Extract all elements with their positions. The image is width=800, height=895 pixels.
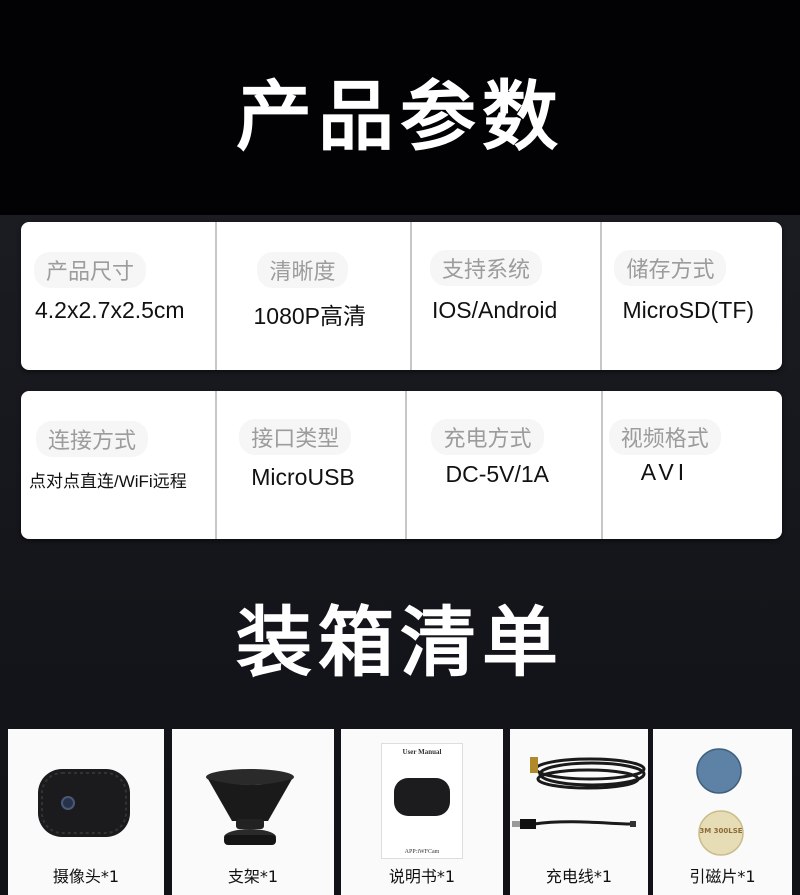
package-item-magnet: 3M 300LSE 引磁片*1 [653, 729, 792, 895]
manual-camera-image [394, 778, 450, 816]
spec-label: 视频格式 [608, 419, 721, 455]
section-title-package: 装箱清单 [236, 598, 564, 687]
package-item-stand: 支架*1 [172, 729, 334, 895]
spec-value: 4.2x2.7x2.5cm [35, 297, 185, 323]
camera-icon [38, 769, 130, 837]
spec-label: 支持系统 [429, 250, 542, 286]
package-caption: 说明书*1 [388, 867, 456, 886]
stand-icon [206, 769, 294, 845]
spec-value: MicroSD(TF) [622, 297, 755, 323]
sticker-text: 3M 300LSE [699, 827, 743, 835]
spec-cell: 连接方式 点对点直连/WiFi远程 [21, 391, 218, 539]
spec-cell: 充电方式 DC-5V/1A [407, 391, 603, 539]
spec-cell: 清晰度 1080P高清 [217, 222, 412, 370]
spec-label: 接口类型 [239, 419, 352, 455]
spec-label: 储存方式 [614, 250, 727, 286]
package-caption: 支架*1 [227, 867, 279, 886]
cable-icon [512, 757, 646, 829]
spec-value: 点对点直连/WiFi远程 [29, 472, 187, 491]
package-item-manual: User Manual APP:iWFCam 说明书*1 [341, 729, 503, 895]
spec-card-1: 产品尺寸 4.2x2.7x2.5cm 清晰度 1080P高清 支持系统 IOS/… [21, 222, 782, 370]
package-item-cable: 充电线*1 [510, 729, 648, 895]
package-caption: 摄像头*1 [52, 867, 120, 886]
section-title-params: 产品参数 [236, 72, 564, 161]
package-caption: 充电线*1 [545, 867, 613, 886]
magnet-plate-icon [696, 748, 744, 856]
spec-cell: 支持系统 IOS/Android [412, 222, 603, 370]
spec-cell: 产品尺寸 4.2x2.7x2.5cm [21, 222, 218, 370]
spec-value: AVI [640, 459, 689, 485]
package-caption: 引磁片*1 [689, 867, 756, 886]
spec-value: IOS/Android [431, 297, 558, 323]
spec-value: MicroUSB [251, 464, 355, 490]
spec-label: 连接方式 [36, 421, 149, 457]
manual-title: User Manual [402, 748, 442, 756]
manual-icon: User Manual APP:iWFCam [381, 743, 463, 859]
spec-label: 产品尺寸 [34, 252, 147, 288]
spec-cell: 视频格式 AVI [603, 391, 782, 539]
spec-value: 1080P高清 [253, 303, 366, 329]
spec-cell: 储存方式 MicroSD(TF) [602, 222, 782, 370]
package-item-camera: 摄像头*1 [8, 729, 164, 895]
manual-footer: APP:iWFCam [404, 849, 440, 855]
spec-card-2: 连接方式 点对点直连/WiFi远程 接口类型 MicroUSB 充电方式 DC-… [21, 391, 782, 539]
spec-label: 清晰度 [257, 252, 348, 288]
spec-cell: 接口类型 MicroUSB [217, 391, 408, 539]
spec-label: 充电方式 [431, 419, 544, 455]
spec-value: DC-5V/1A [445, 461, 550, 487]
